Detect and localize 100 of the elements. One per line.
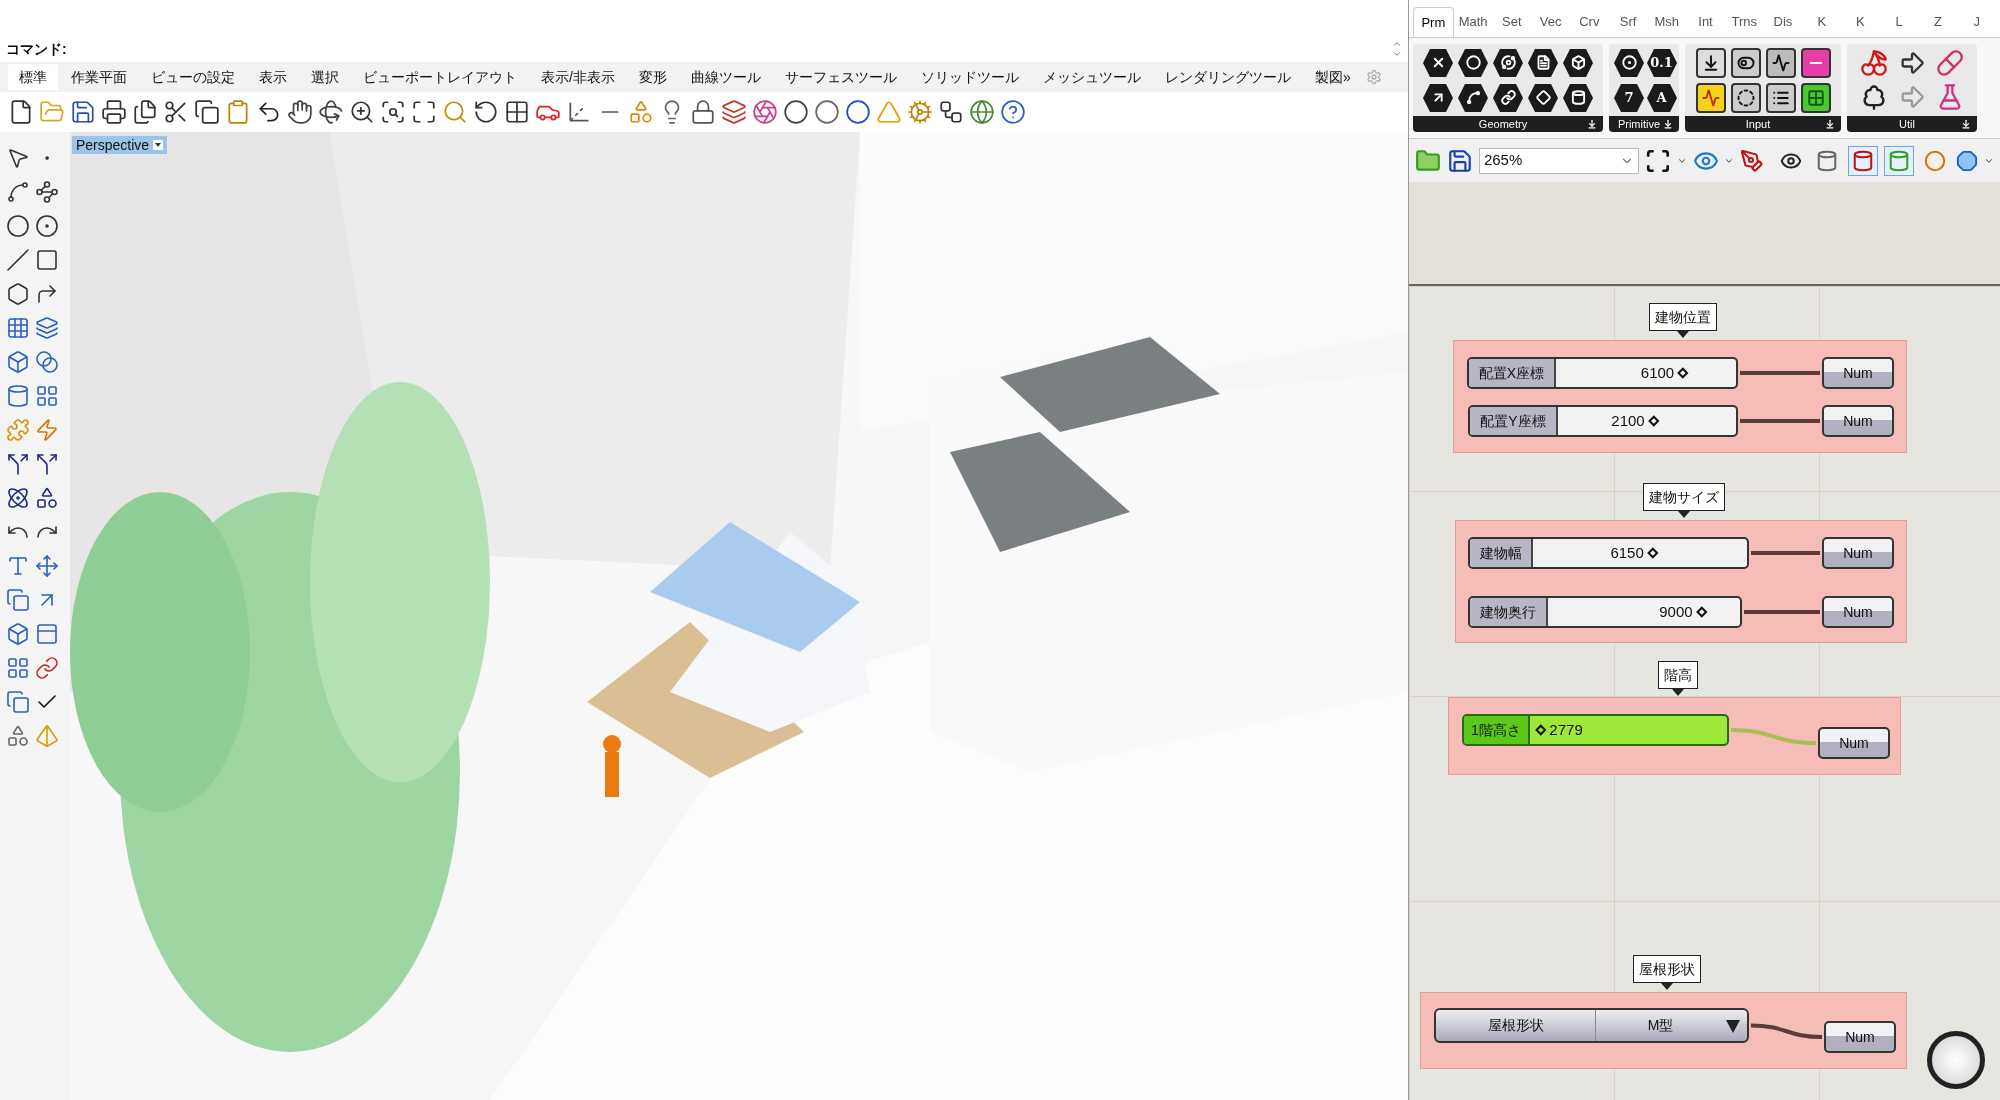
dial-tile-icon[interactable] (1730, 82, 1761, 113)
dropdown-arrow-icon[interactable] (153, 140, 164, 150)
text-icon[interactable] (6, 554, 30, 578)
arrow-down-icon[interactable] (1587, 119, 1597, 129)
spheres-icon[interactable] (35, 350, 59, 374)
component-tab[interactable]: Set (1492, 7, 1532, 37)
spline-icon[interactable] (6, 180, 30, 204)
hand-icon[interactable] (287, 99, 313, 125)
component-tab[interactable]: Srf (1608, 7, 1648, 37)
hexagon-glyph-tile[interactable]: A (1645, 81, 1678, 114)
hexagon-glyph-tile[interactable]: 7 (1613, 81, 1645, 114)
help-icon[interactable] (1000, 99, 1026, 125)
component-tab[interactable]: Dis (1763, 7, 1803, 37)
pointer-icon[interactable] (6, 146, 30, 170)
component-tab[interactable]: Msh (1647, 7, 1687, 37)
cylinder-icon[interactable] (1884, 145, 1915, 176)
toggle-tile-icon[interactable] (1730, 47, 1761, 78)
link-hexagon-icon[interactable] (1492, 81, 1524, 114)
save-icon[interactable] (70, 99, 96, 125)
panel-tile-icon[interactable] (1765, 47, 1796, 78)
node-graph-icon[interactable] (938, 99, 964, 125)
arrow-down-icon[interactable] (1663, 119, 1673, 129)
number-param[interactable]: Num (1822, 537, 1894, 569)
ribbon-tab[interactable]: ソリッドツール (909, 64, 1030, 90)
pill-icon[interactable] (1936, 49, 1964, 77)
clipboard-icon[interactable] (225, 99, 251, 125)
sphere-icon[interactable] (783, 99, 809, 125)
ribbon-tab[interactable]: 曲線ツール (679, 64, 772, 90)
graph-tile-icon[interactable] (1695, 82, 1726, 113)
printer-icon[interactable] (101, 99, 127, 125)
zoom-window-icon[interactable] (380, 99, 406, 125)
ribbon-tab[interactable]: 選択 (300, 64, 350, 90)
shapes-icon[interactable] (35, 486, 59, 510)
circle-dot-hexagon-icon[interactable] (1613, 46, 1645, 79)
x-hexagon-icon[interactable] (1422, 46, 1454, 79)
number-param[interactable]: Num (1818, 727, 1890, 759)
ribbon-tab[interactable]: メッシュツール (1031, 64, 1152, 90)
sheet-hexagon-icon[interactable] (1527, 46, 1559, 79)
layers-icon[interactable] (35, 316, 59, 340)
ribbon-tab[interactable]: ビューの設定 (140, 64, 246, 90)
navigation-widget-icon[interactable] (1927, 1031, 1985, 1089)
dropdown-arrow-icon[interactable] (1725, 1017, 1741, 1034)
list-tile-icon[interactable] (1765, 82, 1796, 113)
number-param[interactable]: Num (1822, 357, 1894, 389)
ribbon-group-title[interactable]: Primitive (1609, 116, 1679, 132)
arrow-hexagon-icon[interactable] (1422, 81, 1454, 114)
mesh-icon[interactable] (35, 384, 59, 408)
component-tab[interactable]: L (1879, 7, 1919, 37)
ribbon-tab[interactable]: 作業平面 (60, 64, 138, 90)
files-icon[interactable] (132, 99, 158, 125)
shapes-icon[interactable] (6, 724, 30, 748)
orbit-hexagon-icon[interactable] (1492, 46, 1524, 79)
component-tab[interactable]: Prm (1413, 7, 1454, 37)
circle-dot-icon[interactable] (35, 214, 59, 238)
copy-icon[interactable] (194, 99, 220, 125)
number-slider[interactable]: 建物奥行 9000 (1468, 596, 1742, 628)
circle-icon[interactable] (6, 214, 30, 238)
folder-icon[interactable] (1415, 147, 1441, 174)
move-icon[interactable] (35, 554, 59, 578)
component-tab[interactable]: Z (1918, 7, 1958, 37)
panel-icon[interactable] (35, 622, 59, 646)
search-icon[interactable] (442, 99, 468, 125)
atom-icon[interactable] (6, 486, 30, 510)
cube-hexagon-icon[interactable] (1562, 46, 1594, 79)
ribbon-tab[interactable]: ビューポートレイアウト (352, 64, 528, 90)
explode-icon[interactable] (35, 418, 59, 442)
ribbon-tab[interactable]: 標準 (8, 64, 58, 90)
cylinder-icon[interactable] (6, 384, 30, 408)
globe-icon[interactable] (969, 99, 995, 125)
gear-icon[interactable] (907, 99, 933, 125)
cylinder-icon[interactable] (1848, 145, 1879, 176)
rotate-view-icon[interactable] (473, 99, 499, 125)
sphere-icon[interactable] (814, 99, 840, 125)
save-icon[interactable] (1446, 147, 1473, 174)
number-param[interactable]: Num (1822, 596, 1894, 628)
file-icon[interactable] (8, 99, 34, 125)
viewport-label[interactable]: Perspective (72, 136, 168, 154)
component-tab[interactable]: Math (1453, 7, 1493, 37)
ring-hexagon-icon[interactable] (1457, 46, 1489, 79)
polygon-icon[interactable] (1956, 149, 1979, 172)
ribbon-tab[interactable]: 表示/非表示 (530, 64, 626, 90)
download-tile-icon[interactable] (1695, 47, 1726, 78)
square-icon[interactable] (35, 248, 59, 272)
hexagon-glyph-tile[interactable]: 0.1 (1645, 46, 1678, 79)
tree-icon[interactable] (1860, 83, 1888, 111)
waypoints-icon[interactable] (35, 180, 59, 204)
cube-icon[interactable] (6, 350, 30, 374)
ribbon-group-title[interactable]: Input (1685, 116, 1841, 132)
zoom-extents-icon[interactable] (411, 99, 437, 125)
slash-icon[interactable] (6, 248, 30, 272)
zoom-field[interactable]: 265% (1478, 147, 1639, 174)
gradient-tile-icon[interactable] (1800, 82, 1831, 113)
component-tab[interactable]: K (1841, 7, 1880, 37)
corner-arrow-icon[interactable] (35, 282, 59, 306)
number-slider[interactable]: 配置X座標 6100 (1467, 357, 1738, 389)
zoom-in-icon[interactable] (349, 99, 375, 125)
value-list[interactable]: 屋根形状 M型 (1434, 1008, 1749, 1043)
slider-tile-icon[interactable] (1800, 47, 1831, 78)
ribbon-tab[interactable]: レンダリングツール (1153, 64, 1302, 90)
component-tab[interactable]: Vec (1531, 7, 1570, 37)
